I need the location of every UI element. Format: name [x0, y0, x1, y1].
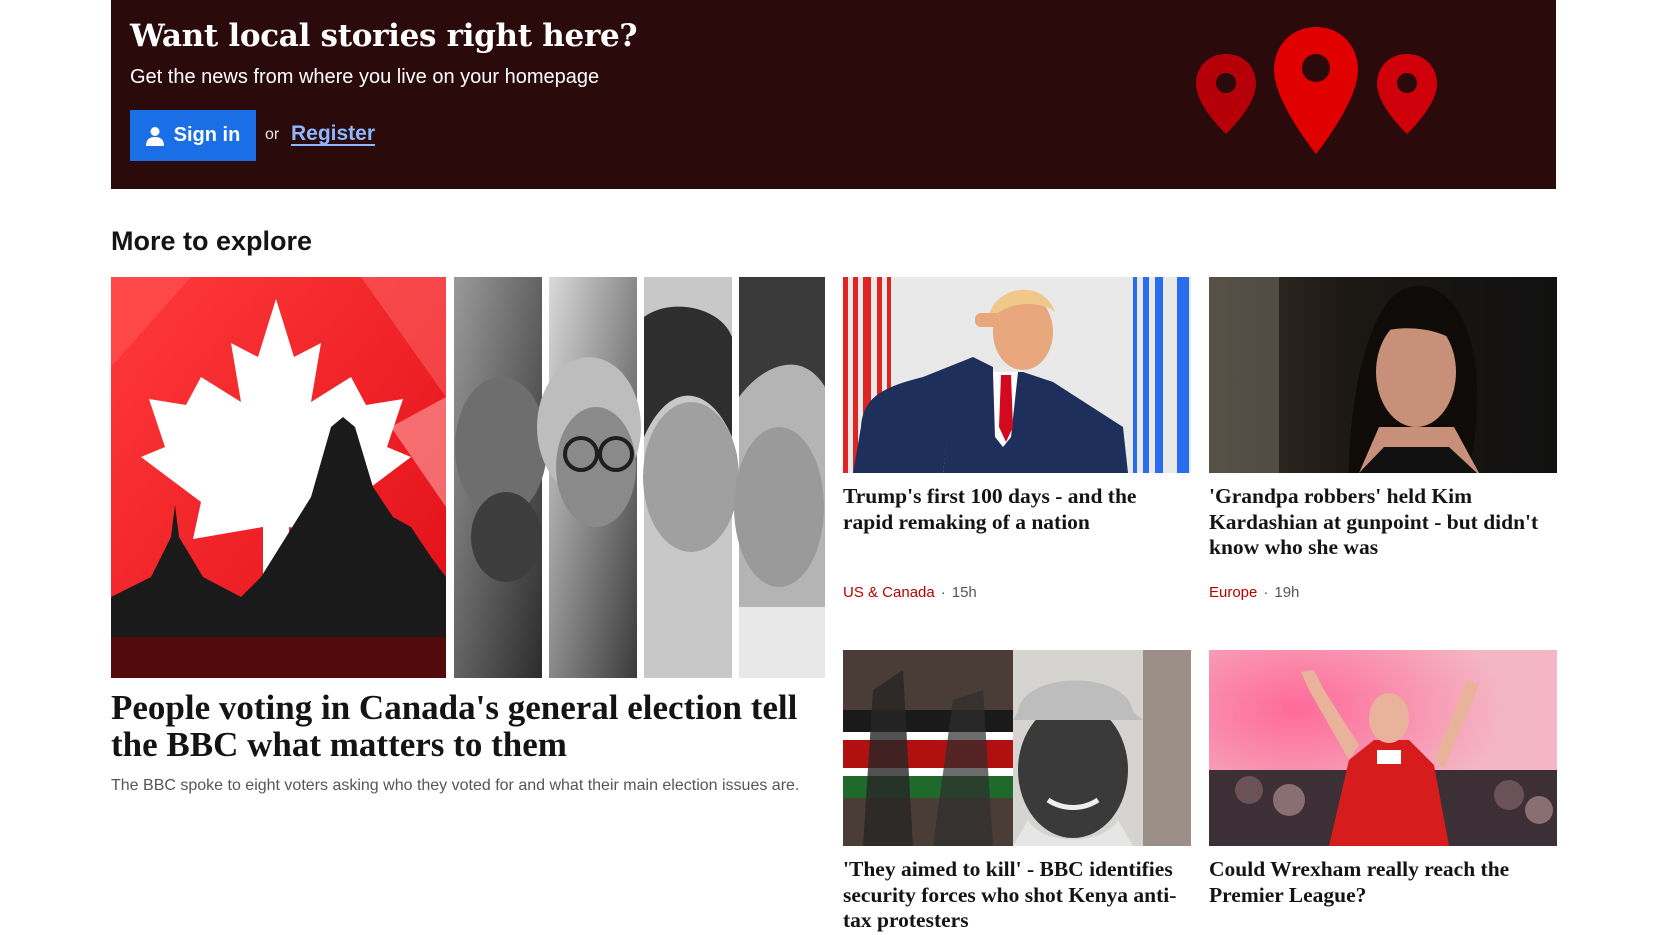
sign-in-label: Sign in	[173, 124, 241, 146]
kardashian-story-headline[interactable]: 'Grandpa robbers' held Kim Kardashian at…	[1209, 484, 1557, 561]
user-icon	[145, 126, 164, 146]
timestamp: 15h	[951, 584, 977, 601]
sign-in-button[interactable]: Sign in	[130, 110, 256, 161]
location-pins-icon	[1196, 27, 1437, 154]
hero-headline[interactable]: People voting in Canada's general electi…	[111, 689, 825, 763]
register-link[interactable]: Register	[291, 122, 375, 146]
local-news-promo-banner: Want local stories right here? Get the n…	[111, 0, 1556, 189]
trump-salute-image[interactable]	[843, 277, 1191, 473]
center-pin-icon	[1274, 27, 1358, 154]
category-label[interactable]: US & Canada	[843, 584, 935, 601]
story-card-kardashian[interactable]: 'Grandpa robbers' held Kim Kardashian at…	[1209, 277, 1557, 617]
section-title: More to explore	[111, 226, 313, 256]
story-card-wrexham[interactable]: Could Wrexham really reach the Premier L…	[1209, 650, 1557, 935]
or-text: or	[265, 126, 280, 143]
hero-summary: The BBC spoke to eight voters asking who…	[111, 777, 800, 794]
timestamp: 19h	[1274, 584, 1300, 601]
kardashian-story-meta: Europe · 19h	[1209, 584, 1299, 601]
trump-story-meta: US & Canada · 15h	[843, 584, 977, 601]
meta-separator: ·	[1263, 584, 1269, 601]
category-label[interactable]: Europe	[1209, 584, 1257, 601]
kim-kardashian-image[interactable]	[1209, 277, 1557, 473]
wrexham-fans-image[interactable]	[1209, 650, 1557, 846]
left-pin-icon	[1196, 54, 1256, 134]
right-pin-icon	[1377, 54, 1437, 134]
hero-story-card[interactable]: People voting in Canada's general electi…	[111, 277, 825, 817]
kenya-story-headline[interactable]: 'They aimed to kill' - BBC identifies se…	[843, 857, 1191, 934]
trump-story-headline[interactable]: Trump's first 100 days - and the rapid r…	[843, 484, 1191, 535]
promo-title: Want local stories right here?	[130, 18, 638, 54]
meta-separator: ·	[940, 584, 946, 601]
kenya-protest-image[interactable]	[843, 650, 1191, 846]
canada-election-voters-image[interactable]	[111, 277, 825, 678]
story-card-trump[interactable]: Trump's first 100 days - and the rapid r…	[843, 277, 1191, 617]
promo-subtitle: Get the news from where you live on your…	[130, 66, 600, 88]
story-card-kenya[interactable]: 'They aimed to kill' - BBC identifies se…	[843, 650, 1191, 935]
wrexham-story-headline[interactable]: Could Wrexham really reach the Premier L…	[1209, 857, 1557, 908]
